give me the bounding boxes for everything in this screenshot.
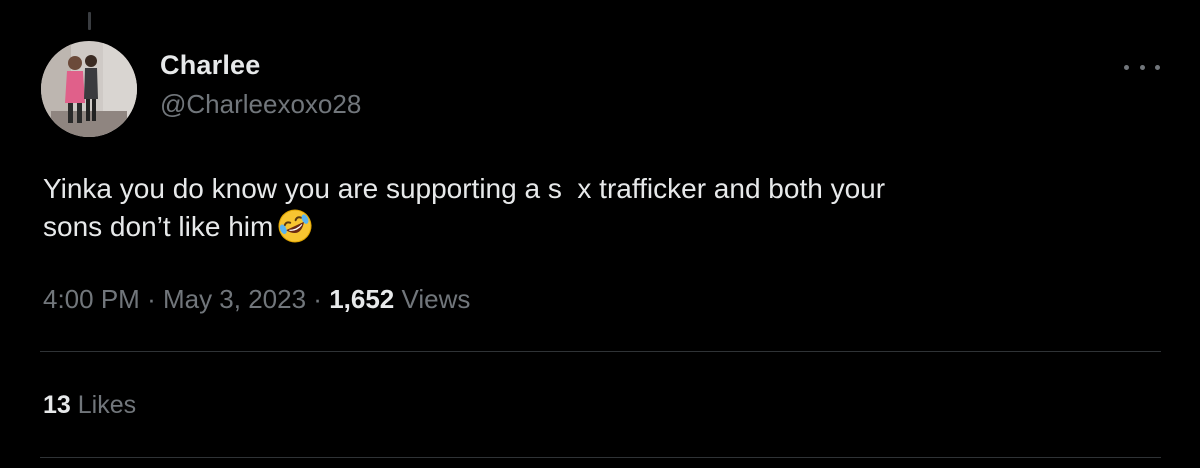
more-dot [1155,64,1160,70]
tweet-text: Yinka you do know you are supporting a s… [43,170,1153,246]
more-dot [1124,64,1129,70]
divider [40,457,1161,458]
views-label[interactable]: Views [402,284,471,314]
views-count[interactable]: 1,652 [329,284,394,314]
likes-link[interactable]: 13 Likes [43,391,136,420]
more-horizontal-icon[interactable] [1124,60,1160,74]
tweet-meta: 4:00 PM · May 3, 2023 · 1,652 Views [43,284,470,315]
author-display-name[interactable]: Charlee [160,50,260,81]
tweet-body: Yinka you do know you are supporting a s… [43,173,886,242]
tweet-time[interactable]: 4:00 PM [43,284,140,314]
likes-count: 13 [43,391,71,419]
author-handle[interactable]: @Charleexoxo28 [160,89,361,120]
tweet-date[interactable]: May 3, 2023 [163,284,306,314]
more-dot [1139,64,1145,70]
thread-connector-line [88,12,91,30]
likes-label: Likes [77,391,137,419]
meta-separator: · [147,284,156,314]
divider [40,351,1161,352]
avatar[interactable] [41,41,137,137]
meta-separator: · [313,284,322,314]
laughing-emoji-icon [277,208,313,244]
